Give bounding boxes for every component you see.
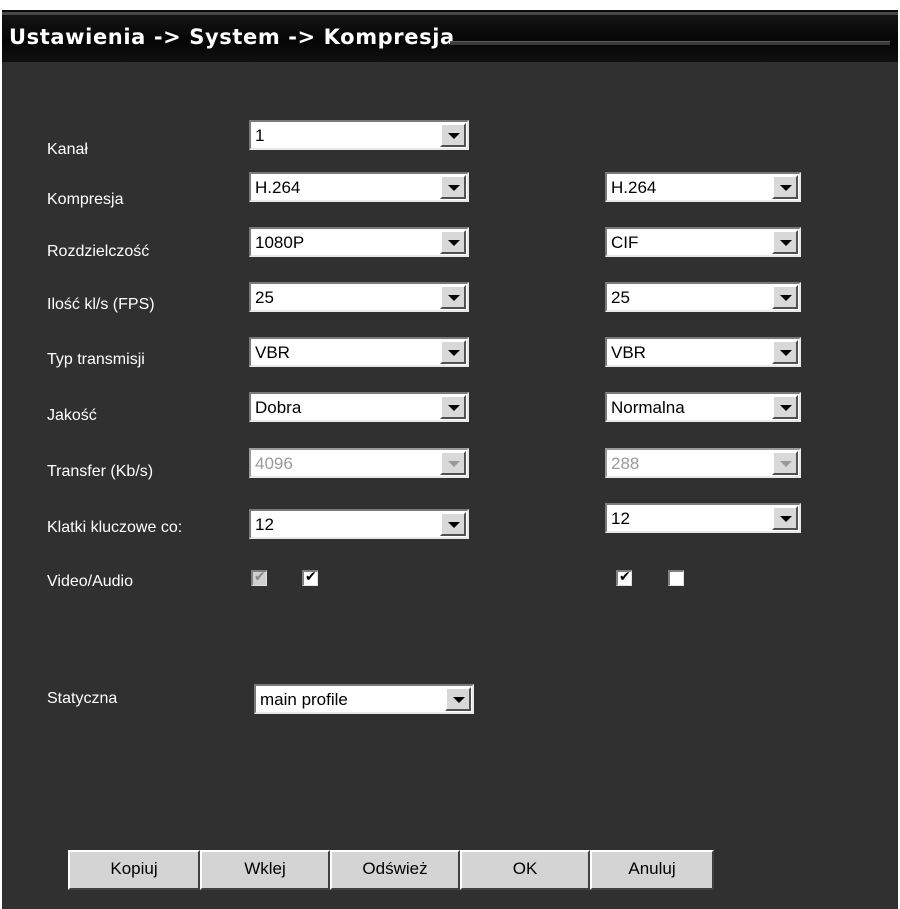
- main-resolution-value: 1080P: [255, 233, 305, 252]
- chevron-down-icon[interactable]: [772, 175, 798, 199]
- resolution-label: Rozdzielczość: [47, 243, 150, 260]
- title-rule: [450, 41, 890, 45]
- chevron-down-icon[interactable]: [772, 395, 798, 419]
- main-keyframe-value: 12: [255, 515, 274, 534]
- main-video-checkbox: ✔: [251, 569, 267, 586]
- chevron-down-icon[interactable]: [440, 175, 466, 199]
- bitrate-label: Transfer (Kb/s): [47, 463, 154, 480]
- main-fps-select[interactable]: 25: [249, 282, 469, 312]
- chevron-down-icon[interactable]: [440, 512, 466, 536]
- main-bitrate-value: 4096: [255, 454, 293, 473]
- chevron-down-icon[interactable]: [440, 340, 466, 364]
- extra-bitrate-type-value: VBR: [611, 343, 646, 362]
- main-quality-value: Dobra: [255, 398, 302, 417]
- chevron-down-icon[interactable]: [440, 285, 466, 309]
- checkmark-icon: ✔: [305, 569, 317, 585]
- chevron-down-icon[interactable]: [772, 506, 798, 530]
- bitrate-type-label: Typ transmisji: [47, 351, 145, 368]
- compression-settings-window: Ustawienia -> System -> Kompresja Kanał …: [2, 10, 898, 909]
- extra-compression-value: H.264: [611, 178, 657, 197]
- extra-bitrate-select: 288: [605, 448, 801, 478]
- static-profile-value: main profile: [260, 690, 348, 709]
- extra-video-checkbox[interactable]: ✔: [616, 569, 632, 586]
- main-audio-checkbox[interactable]: ✔: [302, 569, 318, 586]
- extra-keyframe-value: 12: [611, 509, 630, 528]
- extra-compression-select[interactable]: H.264: [605, 172, 801, 202]
- channel-select-value: 1: [255, 126, 265, 145]
- chevron-down-icon[interactable]: [440, 395, 466, 419]
- static-profile-select[interactable]: main profile: [254, 684, 474, 714]
- chevron-down-icon[interactable]: [440, 230, 466, 254]
- extra-bitrate-type-select[interactable]: VBR: [605, 337, 801, 367]
- chevron-down-icon[interactable]: [772, 340, 798, 364]
- ok-button[interactable]: OK: [460, 850, 590, 890]
- extra-fps-select[interactable]: 25: [605, 282, 801, 312]
- extra-audio-checkbox[interactable]: [668, 570, 684, 586]
- chevron-down-icon[interactable]: [772, 230, 798, 254]
- chevron-down-icon[interactable]: [772, 285, 798, 309]
- checkmark-icon: ✔: [619, 569, 631, 585]
- main-bitrate-select: 4096: [249, 448, 469, 478]
- copy-button[interactable]: Kopiuj: [68, 850, 200, 890]
- extra-quality-value: Normalna: [611, 398, 685, 417]
- extra-quality-select[interactable]: Normalna: [605, 392, 801, 422]
- main-quality-select[interactable]: Dobra: [249, 392, 469, 422]
- window-title: Ustawienia -> System -> Kompresja: [9, 25, 455, 49]
- main-resolution-select[interactable]: 1080P: [249, 227, 469, 257]
- extra-keyframe-select[interactable]: 12: [605, 503, 801, 533]
- keyframe-interval-label: Klatki kluczowe co:: [47, 519, 183, 536]
- checkmark-icon: ✔: [254, 569, 266, 585]
- main-keyframe-select[interactable]: 12: [249, 509, 469, 539]
- extra-fps-value: 25: [611, 288, 630, 307]
- main-compression-value: H.264: [255, 178, 301, 197]
- static-label: Statyczna: [47, 690, 118, 707]
- chevron-down-icon[interactable]: [445, 687, 471, 711]
- compression-label: Kompresja: [47, 191, 124, 208]
- chevron-down-icon: [440, 451, 466, 475]
- main-bitrate-type-select[interactable]: VBR: [249, 337, 469, 367]
- main-bitrate-type-value: VBR: [255, 343, 290, 362]
- channel-select[interactable]: 1: [249, 120, 469, 150]
- channel-label: Kanał: [47, 141, 88, 158]
- chevron-down-icon[interactable]: [440, 123, 466, 147]
- main-fps-value: 25: [255, 288, 274, 307]
- chevron-down-icon: [772, 451, 798, 475]
- quality-label: Jakość: [47, 407, 97, 424]
- main-compression-select[interactable]: H.264: [249, 172, 469, 202]
- fps-label: Ilość kl/s (FPS): [47, 296, 155, 313]
- title-bar-edge: [2, 12, 898, 15]
- cancel-button[interactable]: Anuluj: [590, 850, 714, 890]
- refresh-button[interactable]: Odśwież: [330, 850, 460, 890]
- video-audio-label: Video/Audio: [47, 573, 133, 590]
- title-bar: Ustawienia -> System -> Kompresja: [2, 12, 898, 62]
- extra-resolution-value: CIF: [611, 233, 639, 252]
- extra-resolution-select[interactable]: CIF: [605, 227, 801, 257]
- extra-bitrate-value: 288: [611, 454, 640, 473]
- paste-button[interactable]: Wklej: [200, 850, 330, 890]
